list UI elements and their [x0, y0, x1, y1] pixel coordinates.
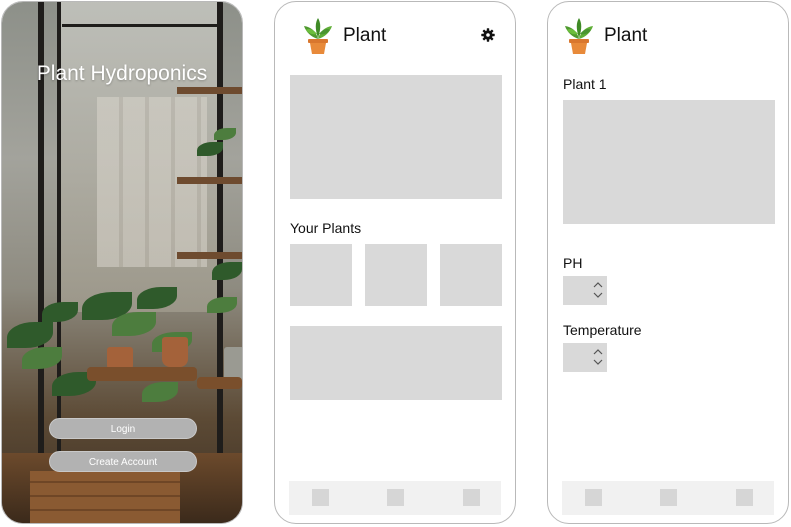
- ph-label: PH: [563, 255, 583, 271]
- bottom-tab-bar: [562, 481, 774, 515]
- stepper-chevrons-icon[interactable]: [592, 347, 604, 367]
- bottom-tab-bar: [289, 481, 501, 515]
- info-card[interactable]: [290, 326, 502, 400]
- home-screen: Plant Your Plants: [274, 1, 516, 524]
- tab-3[interactable]: [736, 489, 753, 506]
- tab-3[interactable]: [463, 489, 480, 506]
- app-header: Plant: [562, 16, 647, 56]
- plant-name: Plant 1: [563, 76, 607, 92]
- temperature-label: Temperature: [563, 322, 642, 338]
- tab-2[interactable]: [387, 489, 404, 506]
- ph-stepper[interactable]: [563, 276, 607, 305]
- section-title: Your Plants: [290, 220, 362, 236]
- login-screen: Plant Hydroponics Login Create Account: [1, 1, 243, 524]
- app-title: Plant Hydroponics: [36, 62, 208, 85]
- login-button[interactable]: Login: [49, 418, 197, 439]
- stepper-chevrons-icon[interactable]: [592, 280, 604, 300]
- create-account-button[interactable]: Create Account: [49, 451, 197, 472]
- temperature-stepper[interactable]: [563, 343, 607, 372]
- tab-2[interactable]: [660, 489, 677, 506]
- plant-image: [563, 100, 775, 224]
- hero-card[interactable]: [290, 75, 502, 199]
- potted-plant-icon: [301, 17, 335, 55]
- app-title: Plant: [604, 25, 648, 46]
- tab-1[interactable]: [312, 489, 329, 506]
- gear-icon[interactable]: [481, 28, 495, 42]
- tab-1[interactable]: [585, 489, 602, 506]
- plant-card[interactable]: [290, 244, 352, 306]
- potted-plant-icon: [562, 17, 596, 55]
- app-header: Plant: [301, 16, 386, 56]
- plant-card[interactable]: [440, 244, 502, 306]
- plant-card[interactable]: [365, 244, 427, 306]
- app-title: Plant: [343, 25, 387, 46]
- plant-detail-screen: Plant Plant 1 PH Temperature: [547, 1, 789, 524]
